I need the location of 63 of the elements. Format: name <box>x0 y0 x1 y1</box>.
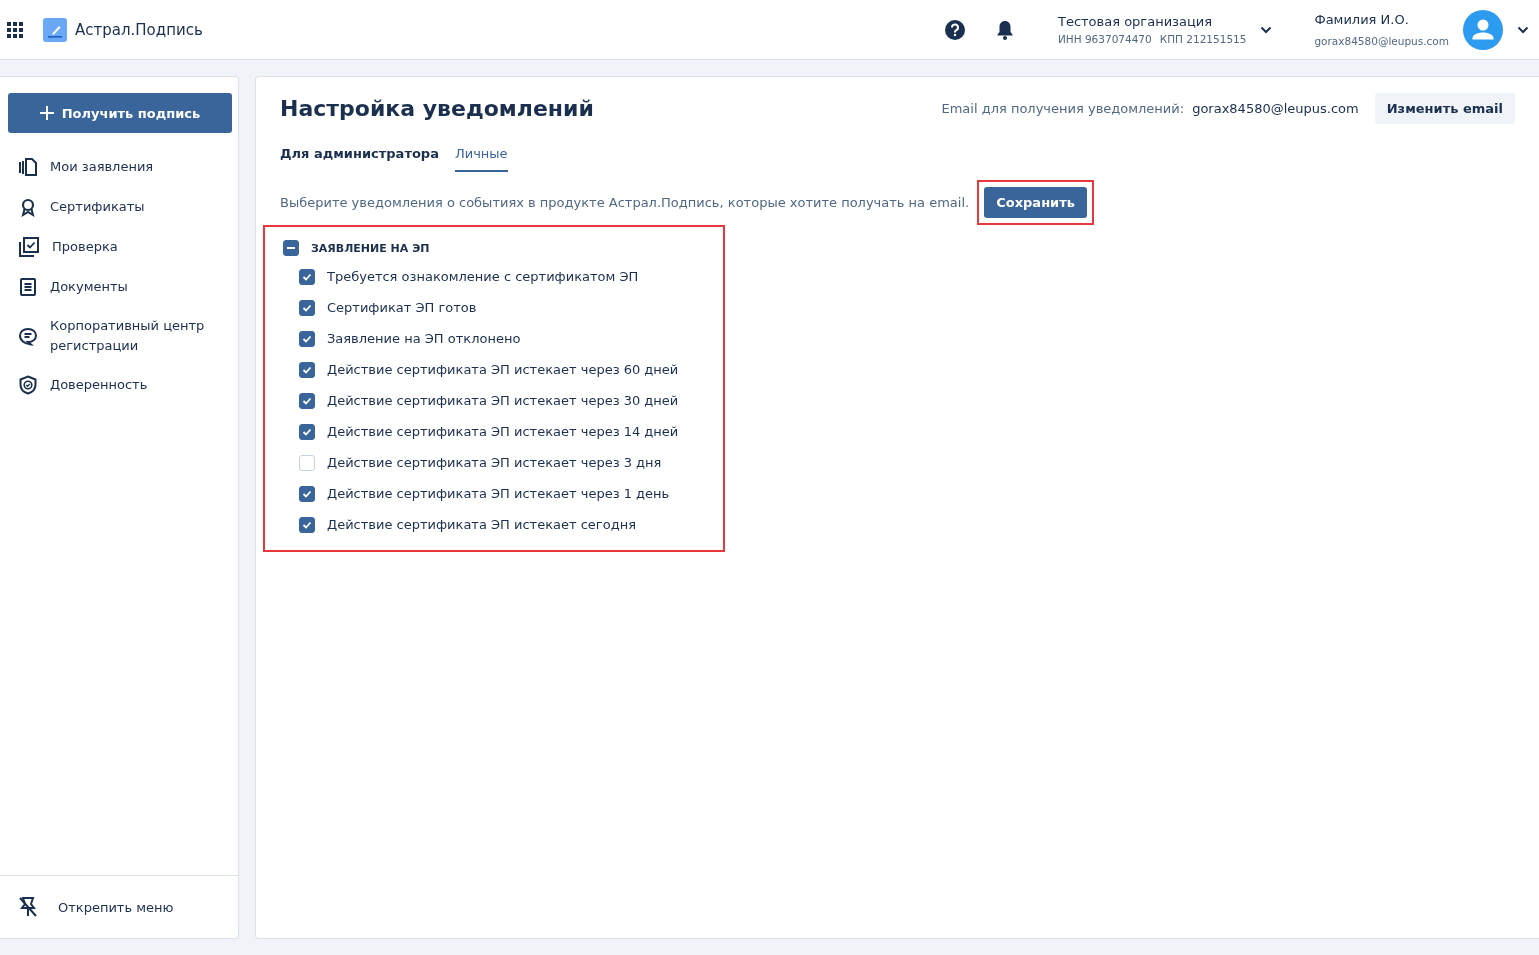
shield-check-icon <box>18 375 38 395</box>
sidebar-item[interactable]: Корпоративный центр регистрации <box>8 307 231 365</box>
organization-name: Тестовая организация <box>1057 14 1214 29</box>
tab[interactable]: Личные <box>454 142 508 172</box>
sidebar-item[interactable]: Доверенность <box>8 365 231 405</box>
save-button[interactable]: Сохранить <box>984 187 1087 218</box>
checkmark-icon <box>302 426 312 437</box>
app-logo-icon <box>43 17 67 42</box>
checkbox[interactable] <box>299 392 315 409</box>
plus-icon <box>39 106 54 120</box>
checkbox[interactable] <box>299 485 315 502</box>
checkmark-icon <box>302 364 312 375</box>
chevron-down-icon[interactable] <box>1517 25 1529 34</box>
option-label: Сертификат ЭП готов <box>327 300 477 315</box>
sidebar-item[interactable]: Мои заявления <box>8 147 231 187</box>
option-label: Действие сертификата ЭП истекает сегодня <box>327 517 636 532</box>
chat-icon <box>18 326 38 346</box>
option-label: Действие сертификата ЭП истекает через 30 дней <box>327 393 679 408</box>
checkmark-icon <box>302 519 312 530</box>
checkbox[interactable] <box>299 299 315 316</box>
kpp-text: КПП 212151515 <box>1159 33 1247 45</box>
option-label: Действие сертификата ЭП истекает через 14 дней <box>327 424 679 439</box>
checkbox[interactable] <box>299 330 315 347</box>
option-label: Заявление на ЭП отклонено <box>327 331 521 346</box>
notification-bell-icon[interactable] <box>995 19 1014 40</box>
checklist-icon <box>18 236 40 258</box>
sidebar-item[interactable]: Документы <box>8 267 231 307</box>
hint-text: Выберите уведомления о событиях в продукте Астрал.Подпись, которые хотите получать на email. <box>280 195 970 210</box>
tab[interactable]: Для администратора <box>280 142 439 172</box>
checkbox[interactable] <box>299 423 315 440</box>
unpin-menu-button[interactable]: Открепить меню <box>0 875 238 938</box>
app-name: Астрал.Подпись <box>75 20 203 39</box>
checkmark-icon <box>302 488 312 499</box>
inn-text: ИНН 9637074470 <box>1057 33 1152 45</box>
email-value: gorax84580@leupus.com <box>1192 101 1359 116</box>
option-label: Действие сертификата ЭП истекает через 3 дня <box>327 455 662 470</box>
option-label: Действие сертификата ЭП истекает через 60 дней <box>327 362 679 377</box>
user-name: Фамилия И.О. <box>1314 12 1410 27</box>
checkbox[interactable] <box>299 361 315 378</box>
document-icon <box>18 277 38 297</box>
checkbox[interactable] <box>299 268 315 285</box>
checkmark-icon <box>302 333 312 344</box>
checkmark-icon <box>302 395 312 406</box>
page-title: Настройка уведомлений <box>280 96 594 121</box>
unpin-icon <box>18 896 38 918</box>
apps-grid-icon[interactable] <box>7 21 23 38</box>
sidebar-item[interactable]: Проверка <box>8 227 231 267</box>
checkbox[interactable] <box>299 516 315 533</box>
sidebar-item[interactable]: Сертификаты <box>8 187 231 227</box>
get-signature-button[interactable]: Получить подпись <box>8 93 232 133</box>
avatar-icon[interactable] <box>1463 9 1503 50</box>
email-label: Email для получения уведомлений: <box>941 101 1185 116</box>
group-checkbox[interactable] <box>283 240 299 256</box>
change-email-button[interactable]: Изменить email <box>1374 93 1515 124</box>
option-label: Требуется ознакомление с сертификатом ЭП <box>327 269 639 284</box>
chevron-down-icon[interactable] <box>1260 25 1273 34</box>
checkmark-icon <box>302 302 312 313</box>
checkmark-icon <box>302 271 312 282</box>
group-label: ЗАЯВЛЕНИЕ НА ЭП <box>311 241 430 255</box>
option-label: Действие сертификата ЭП истекает через 1 день <box>327 486 670 501</box>
documents-icon <box>18 157 38 177</box>
help-icon[interactable] <box>943 18 966 41</box>
user-email: gorax84580@leupus.com <box>1314 35 1449 47</box>
